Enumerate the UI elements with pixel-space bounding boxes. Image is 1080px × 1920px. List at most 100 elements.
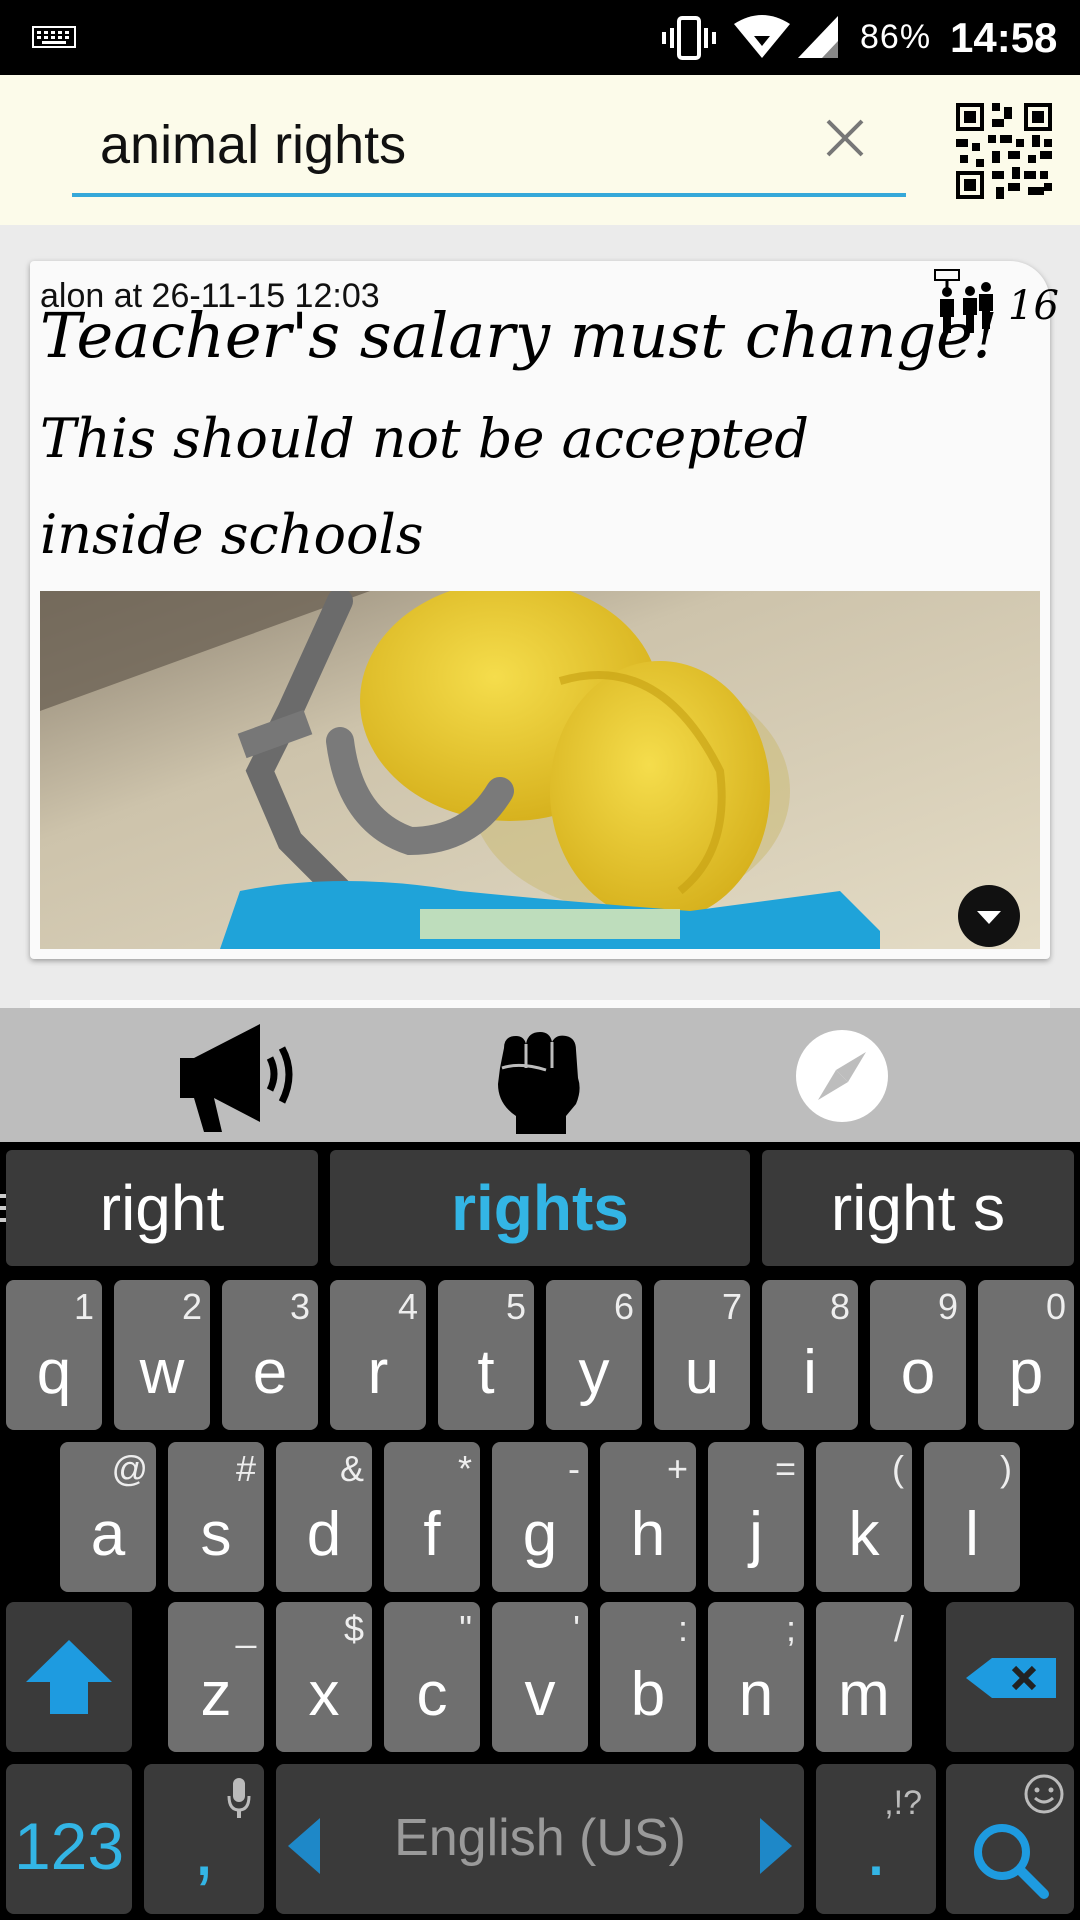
key-w[interactable]: 2w bbox=[114, 1280, 210, 1430]
key-label: o bbox=[900, 1338, 936, 1407]
post-image[interactable] bbox=[40, 591, 1040, 949]
key-label: j bbox=[749, 1500, 763, 1569]
key-k[interactable]: (k bbox=[816, 1442, 912, 1592]
key-label: v bbox=[524, 1660, 556, 1729]
key-g[interactable]: -g bbox=[492, 1442, 588, 1592]
key-hint: + bbox=[666, 1448, 688, 1489]
key-z[interactable]: _ z bbox=[168, 1602, 264, 1752]
key-hint: ( bbox=[892, 1448, 904, 1489]
key-j[interactable]: = j bbox=[708, 1442, 804, 1592]
key-label: n bbox=[738, 1660, 774, 1729]
search-underline bbox=[72, 193, 906, 197]
key-hint: ' bbox=[573, 1608, 580, 1649]
close-icon[interactable] bbox=[822, 115, 868, 161]
key-y[interactable]: 6y bbox=[546, 1280, 642, 1430]
search-input[interactable] bbox=[100, 105, 800, 185]
key-q[interactable]: 1q bbox=[6, 1280, 102, 1430]
key-label: e bbox=[252, 1338, 288, 1407]
period-key[interactable]: ,!? . bbox=[816, 1764, 936, 1914]
key-label: f bbox=[423, 1500, 441, 1569]
symbols-key-label: 123 bbox=[13, 1809, 125, 1883]
expand-button[interactable] bbox=[958, 885, 1020, 947]
key-f[interactable]: * f bbox=[384, 1442, 480, 1592]
key-n[interactable]: ; n bbox=[708, 1602, 804, 1752]
key-hint: ; bbox=[785, 1608, 796, 1649]
suggestion-item[interactable]: right s bbox=[762, 1150, 1074, 1266]
key-label: l bbox=[965, 1500, 979, 1569]
shift-icon bbox=[26, 1640, 112, 1714]
megaphone-icon[interactable] bbox=[174, 1018, 304, 1138]
comma-key[interactable]: , bbox=[144, 1764, 264, 1914]
signal-icon bbox=[798, 16, 838, 58]
backspace-icon bbox=[966, 1658, 1056, 1698]
key-label: w bbox=[139, 1338, 185, 1407]
key-label: z bbox=[200, 1660, 232, 1729]
symbols-key[interactable]: 123 bbox=[6, 1764, 132, 1914]
keyboard-icon bbox=[32, 26, 76, 48]
key-hint: $ bbox=[343, 1608, 364, 1649]
post-card[interactable]: alon at 26-11-15 12:03 Teacher's salary … bbox=[30, 261, 1059, 959]
qr-code-icon[interactable] bbox=[956, 103, 1052, 199]
key-l[interactable]: ) l bbox=[924, 1442, 1020, 1592]
key-label: y bbox=[578, 1338, 610, 1407]
key-label: b bbox=[630, 1660, 666, 1729]
suggestion-item-selected[interactable]: rights bbox=[330, 1150, 750, 1266]
key-hint: - bbox=[568, 1448, 580, 1489]
key-hint: " bbox=[459, 1608, 472, 1649]
key-d[interactable]: & d bbox=[276, 1442, 372, 1592]
search-key[interactable] bbox=[946, 1764, 1074, 1914]
compass-icon[interactable] bbox=[794, 1028, 890, 1124]
chevron-down-icon bbox=[977, 911, 1001, 924]
emoji-icon bbox=[1024, 1774, 1064, 1814]
soft-keyboard: right rights right s 123 , English (US) … bbox=[0, 1142, 1080, 1920]
key-e[interactable]: 3e bbox=[222, 1280, 318, 1430]
key-hint: _ bbox=[235, 1608, 256, 1649]
key-hint: : bbox=[677, 1608, 688, 1649]
key-t[interactable]: 5t bbox=[438, 1280, 534, 1430]
shift-key[interactable] bbox=[6, 1602, 132, 1752]
key-label: s bbox=[200, 1500, 232, 1569]
comma-key-label: , bbox=[192, 1803, 216, 1892]
key-hint: 9 bbox=[937, 1286, 958, 1327]
key-a[interactable]: @ a bbox=[60, 1442, 156, 1592]
key-label: r bbox=[367, 1338, 389, 1407]
key-label: g bbox=[522, 1500, 558, 1569]
key-hint: 2 bbox=[181, 1286, 202, 1327]
key-u[interactable]: 7u bbox=[654, 1280, 750, 1430]
photo bbox=[40, 591, 1040, 949]
key-v[interactable]: ' v bbox=[492, 1602, 588, 1752]
key-h[interactable]: + h bbox=[600, 1442, 696, 1592]
space-key-label: English (US) bbox=[394, 1809, 686, 1867]
key-c[interactable]: " c bbox=[384, 1602, 480, 1752]
key-s[interactable]: # s bbox=[168, 1442, 264, 1592]
status-bar: 86% 14:58 bbox=[0, 0, 1080, 75]
backspace-key[interactable] bbox=[946, 1602, 1074, 1752]
key-hint: 1 bbox=[73, 1286, 94, 1327]
key-r[interactable]: 4r bbox=[330, 1280, 426, 1430]
vibrate-icon bbox=[662, 16, 716, 60]
key-x[interactable]: $ x bbox=[276, 1602, 372, 1752]
key-o[interactable]: 9o bbox=[870, 1280, 966, 1430]
key-hint: # bbox=[235, 1448, 256, 1489]
suggestion-item[interactable]: right bbox=[6, 1150, 318, 1266]
fist-icon[interactable] bbox=[490, 1028, 590, 1134]
key-i[interactable]: 8i bbox=[762, 1280, 858, 1430]
period-key-label: . bbox=[864, 1803, 888, 1892]
key-b[interactable]: :b bbox=[600, 1602, 696, 1752]
wifi-icon bbox=[734, 15, 790, 58]
key-hint: 5 bbox=[505, 1286, 526, 1327]
search-icon bbox=[974, 1824, 1049, 1899]
battery-level: 86% bbox=[860, 18, 932, 56]
search-header bbox=[0, 75, 1080, 225]
key-label: i bbox=[803, 1338, 817, 1407]
key-label: u bbox=[684, 1338, 720, 1407]
key-hint: 7 bbox=[721, 1286, 742, 1327]
key-p[interactable]: 0p bbox=[978, 1280, 1074, 1430]
key-hint: / bbox=[893, 1608, 904, 1649]
space-key[interactable]: English (US) bbox=[276, 1764, 804, 1914]
key-hint: * bbox=[457, 1448, 472, 1489]
key-hint: = bbox=[774, 1448, 796, 1489]
key-label: p bbox=[1008, 1338, 1044, 1407]
key-m[interactable]: / m bbox=[816, 1602, 912, 1752]
key-hint: 4 bbox=[397, 1286, 418, 1327]
